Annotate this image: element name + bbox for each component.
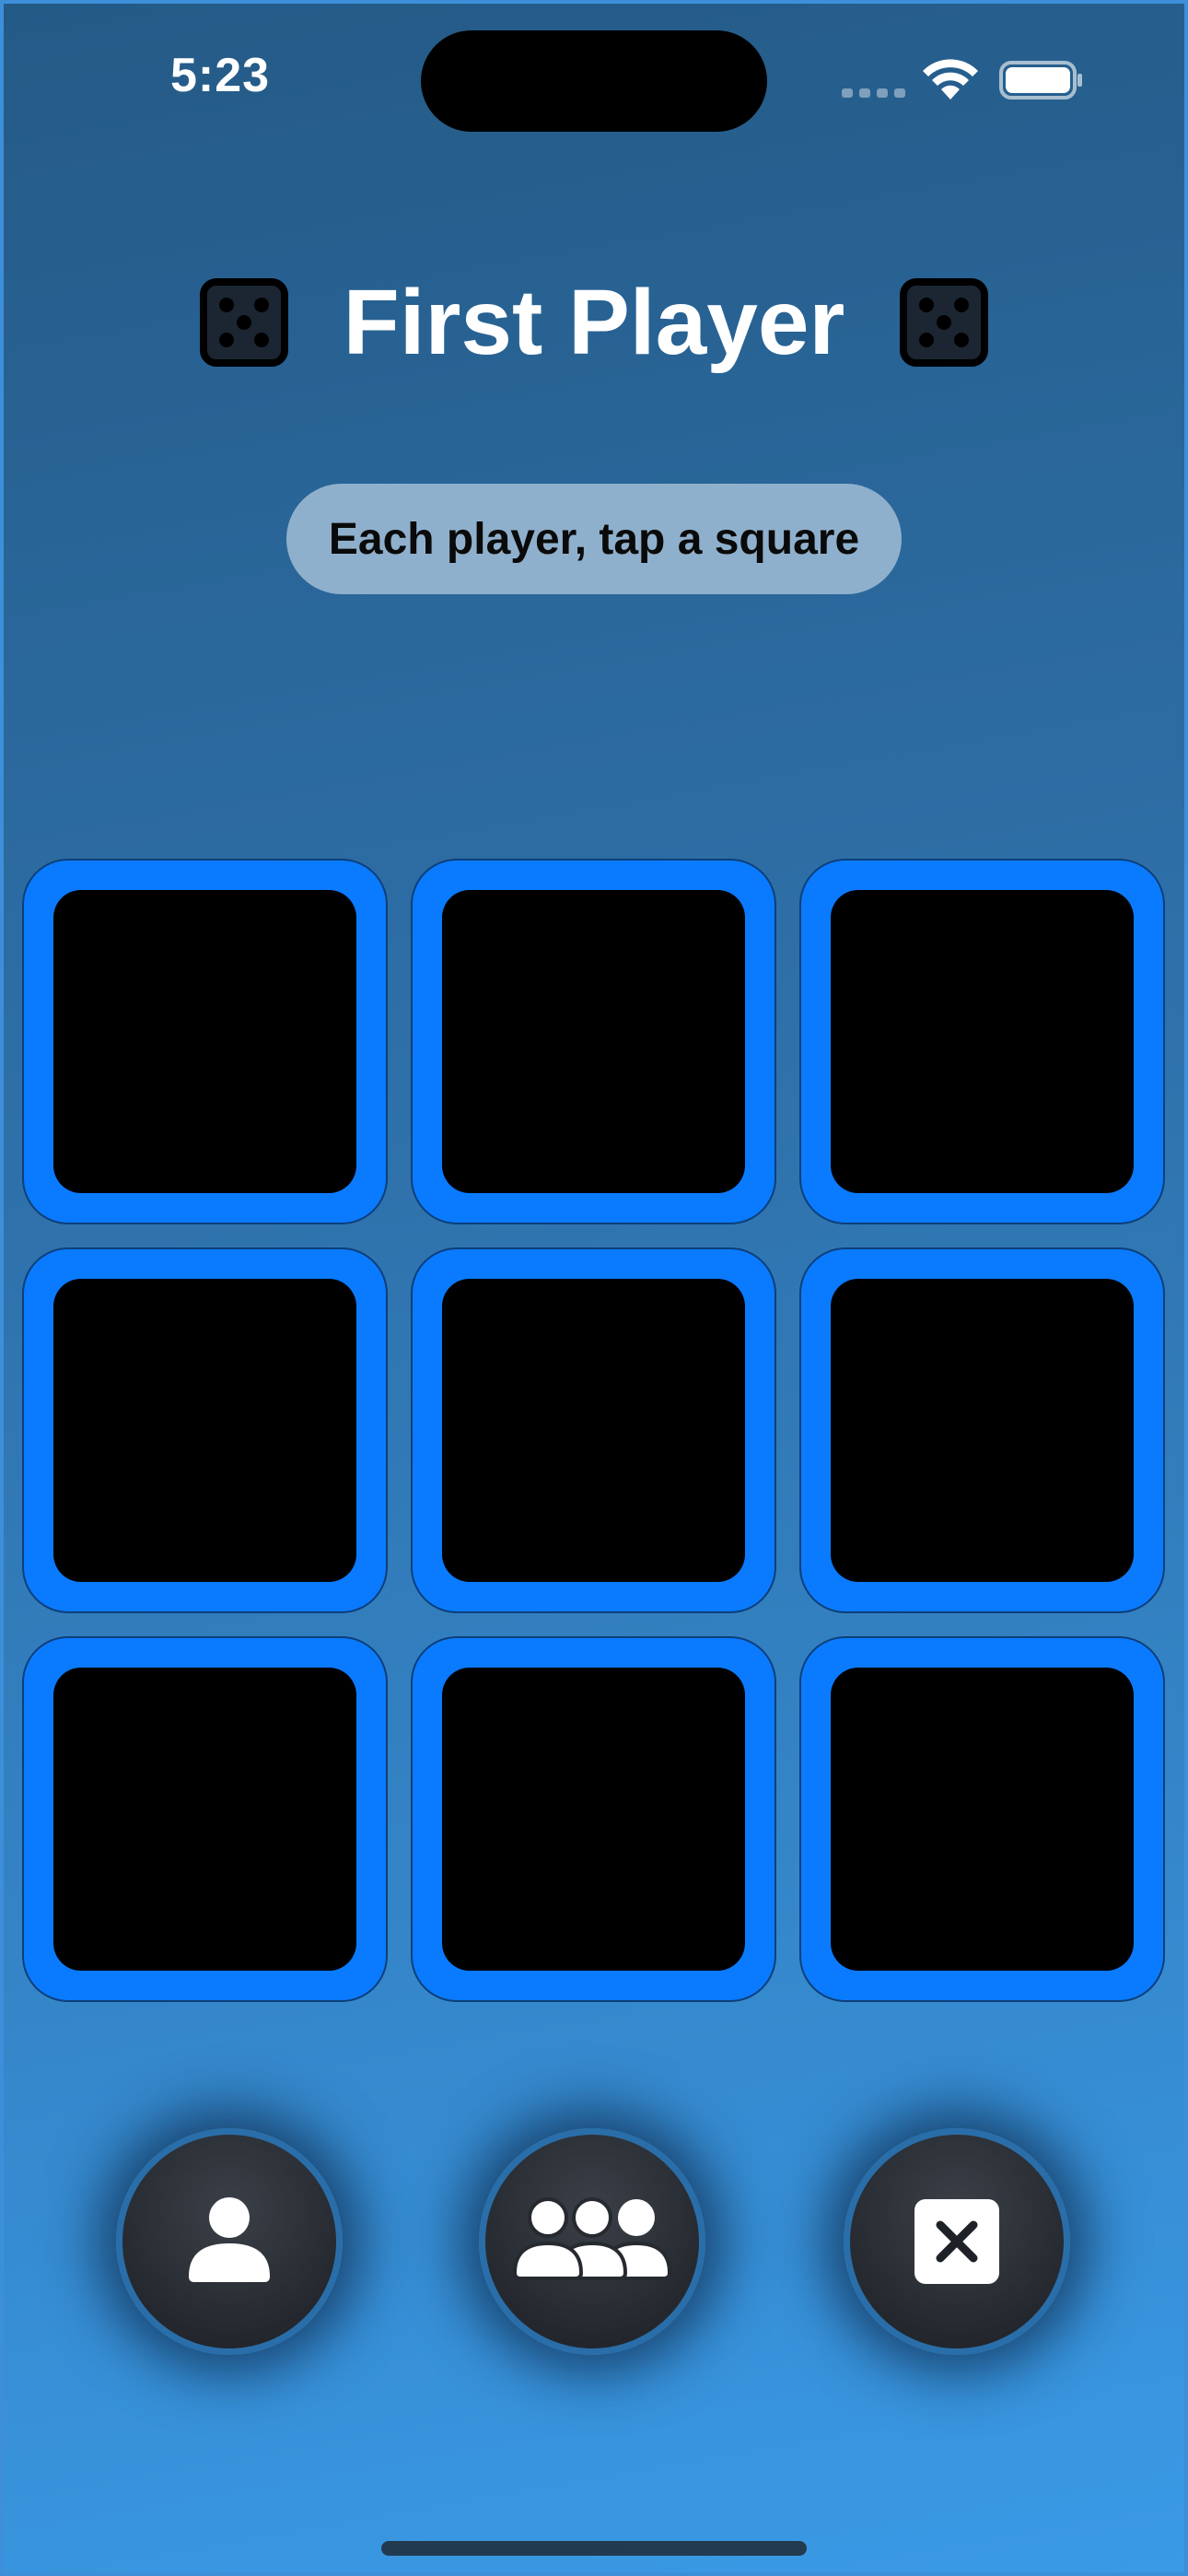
close-x-icon — [914, 2199, 999, 2284]
title-row: First Player — [0, 267, 1188, 378]
board-square-8[interactable] — [411, 1636, 776, 2002]
status-time: 5:23 — [170, 49, 271, 102]
board-square-9[interactable] — [799, 1636, 1165, 2002]
multi-player-button[interactable] — [479, 2128, 705, 2355]
page-title: First Player — [343, 270, 845, 374]
single-person-icon — [189, 2197, 270, 2282]
board-square-5[interactable] — [411, 1247, 776, 1613]
cellular-signal-icon — [842, 88, 905, 98]
board-square-3[interactable] — [799, 859, 1165, 1224]
single-player-button[interactable] — [116, 2128, 343, 2355]
board-square-7[interactable] — [22, 1636, 388, 2002]
battery-icon — [999, 61, 1082, 100]
board-square-4[interactable] — [22, 1247, 388, 1613]
die-five-icon — [199, 278, 288, 367]
group-people-icon — [512, 2197, 672, 2280]
dynamic-island — [421, 30, 767, 132]
die-five-icon — [900, 278, 989, 367]
home-indicator[interactable] — [381, 2541, 807, 2556]
wifi-icon — [923, 59, 978, 100]
clear-board-button[interactable] — [844, 2128, 1070, 2355]
board-square-6[interactable] — [799, 1247, 1165, 1613]
board-square-2[interactable] — [411, 859, 776, 1224]
board-square-1[interactable] — [22, 859, 388, 1224]
instruction-pill: Each player, tap a square — [286, 484, 902, 594]
